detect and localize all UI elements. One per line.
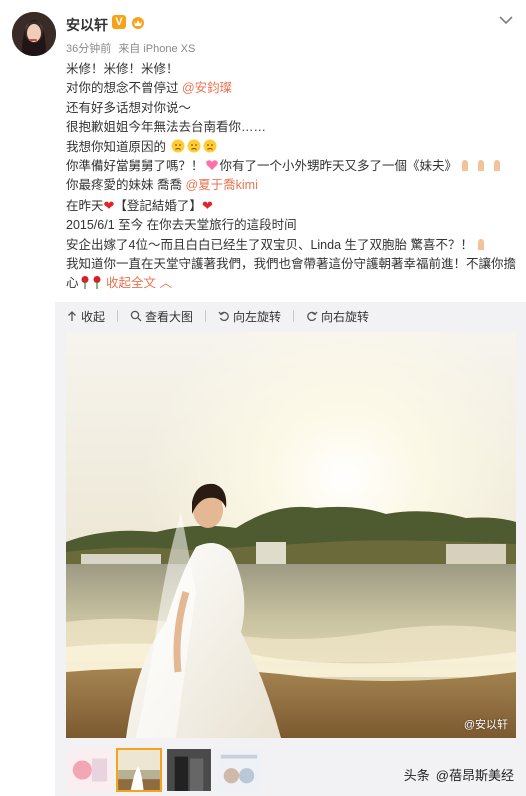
- view-large-label: 查看大图: [145, 309, 194, 324]
- chevron-up-icon: ︿: [159, 276, 173, 291]
- username[interactable]: 安以轩: [66, 15, 108, 35]
- post-line: 我想你知道原因的: [66, 138, 518, 157]
- rotate-right-label: 向右旋转: [321, 309, 370, 324]
- source-attribution: 头条 @蓓昂斯美经: [404, 765, 514, 784]
- photo-watermark: @安以轩: [463, 719, 508, 731]
- post-text: 你最疼愛的妹妹 喬喬: [66, 178, 186, 193]
- post-text: 安企出嫁了4位～而且白白已经生了双宝贝、Linda 生了双胞胎 驚喜不？！: [66, 237, 473, 252]
- beach-wedding-photo: [66, 332, 516, 738]
- post-line: 你最疼愛的妹妹 喬喬 @夏于喬kimi: [66, 176, 518, 195]
- toolbar-divider: [293, 310, 295, 322]
- sad-face-emoji-icon: [187, 139, 200, 153]
- thumbnail-active[interactable]: [116, 748, 162, 792]
- thumbnail[interactable]: [166, 748, 212, 792]
- thumbnail-image: [118, 750, 160, 790]
- source-author: @蓓昂斯美经: [435, 768, 514, 783]
- chevron-down-icon[interactable]: [498, 14, 514, 26]
- post-line: 2015/6/1 至今 在你去天堂旅行的這段时间: [66, 218, 297, 233]
- post-text: 【登記結婚了】: [114, 198, 202, 213]
- post-text: 对你的想念不曾停过: [66, 81, 182, 96]
- post-line: 很抱歉姐姐今年無法去台南看你……: [66, 120, 267, 135]
- thumbnail-strip: [66, 748, 266, 792]
- verified-badge-icon: V: [112, 15, 126, 29]
- post-meta: 36分钟前 来自 iPhone XS: [66, 40, 199, 56]
- rose-icon: [93, 276, 101, 290]
- post-line: 你準備好當舅舅了嗎？！ 你有了一个小外甥昨天又多了一個《妹夫》: [66, 157, 518, 176]
- heart-icon: ❤: [201, 197, 213, 213]
- post-line: 对你的想念不曾停过 @安鈞璨: [66, 79, 518, 98]
- thumbnail-image: [67, 749, 111, 791]
- rotate-left-button[interactable]: 向左旋转: [218, 308, 281, 325]
- collapse-text-label: 收起全文: [106, 276, 157, 291]
- clapping-hand-icon: [478, 160, 485, 172]
- rose-icon: [81, 276, 89, 290]
- avatar-image: [12, 12, 56, 56]
- thumbnail[interactable]: [216, 748, 262, 792]
- post-line: 米修！米修！米修！: [66, 62, 179, 76]
- post-text: 我想你知道原因的: [66, 139, 167, 154]
- source-platform: 头条: [403, 768, 430, 783]
- toolbar-divider: [117, 310, 119, 322]
- post-line: 我知道你一直在天堂守護著我們，我們也會帶著這份守護朝著幸福前進！不讓你擔心 收起…: [66, 255, 518, 294]
- clapping-hand-icon: [494, 160, 501, 172]
- post-source: 来自 iPhone XS: [118, 43, 196, 55]
- sad-face-emoji-icon: [171, 139, 184, 153]
- collapse-label: 收起: [81, 309, 106, 324]
- arrow-up-icon: [68, 311, 76, 321]
- rotate-left-icon: [218, 311, 229, 322]
- post-content: 米修！米修！米修！ 对你的想念不曾停过 @安鈞璨 还有好多话想对你说～ 很抱歉姐…: [66, 60, 518, 294]
- clapping-hand-icon: [477, 238, 484, 250]
- post-text: 在昨天: [66, 198, 104, 213]
- post-line: 还有好多话想对你说～: [66, 100, 192, 115]
- sad-face-emoji-icon: [203, 139, 216, 153]
- view-large-button[interactable]: 查看大图: [130, 308, 193, 325]
- collapse-text-link[interactable]: 收起全文 ︿: [106, 276, 172, 290]
- sparkling-heart-icon: [205, 160, 218, 171]
- post-line: 在昨天❤【登記結婚了】❤: [66, 196, 518, 216]
- rotate-right-icon: [307, 311, 318, 322]
- collapse-button[interactable]: 收起: [66, 308, 105, 325]
- magnifier-icon: [130, 310, 142, 322]
- thumbnail-image: [217, 749, 261, 791]
- media-toolbar: 收起 查看大图 向左旋转 向右旋转: [66, 306, 381, 326]
- mention-link[interactable]: @安鈞璨: [182, 81, 232, 95]
- main-photo[interactable]: @安以轩: [66, 332, 516, 738]
- post-text: 你有了一个小外甥昨天又多了一個《妹夫》: [219, 159, 458, 174]
- heart-icon: ❤: [103, 197, 115, 213]
- clapping-hand-icon: [462, 160, 469, 172]
- thumbnail[interactable]: [66, 748, 112, 792]
- avatar[interactable]: [12, 12, 56, 56]
- mention-link[interactable]: @夏于喬kimi: [185, 178, 257, 192]
- post-text: 你準備好當舅舅了嗎？！: [66, 159, 204, 174]
- weibo-post: 安以轩 V 36分钟前 来自 iPhone XS 米修！米修！米修！ 对你的想念…: [0, 0, 526, 796]
- post-time[interactable]: 36分钟前: [66, 43, 111, 55]
- post-line: 安企出嫁了4位～而且白白已经生了双宝贝、Linda 生了双胞胎 驚喜不？！: [66, 236, 518, 255]
- member-crown-icon: [132, 17, 144, 29]
- rotate-left-label: 向左旋转: [233, 309, 282, 324]
- toolbar-divider: [205, 310, 207, 322]
- rotate-right-button[interactable]: 向右旋转: [306, 308, 369, 325]
- thumbnail-image: [167, 749, 211, 791]
